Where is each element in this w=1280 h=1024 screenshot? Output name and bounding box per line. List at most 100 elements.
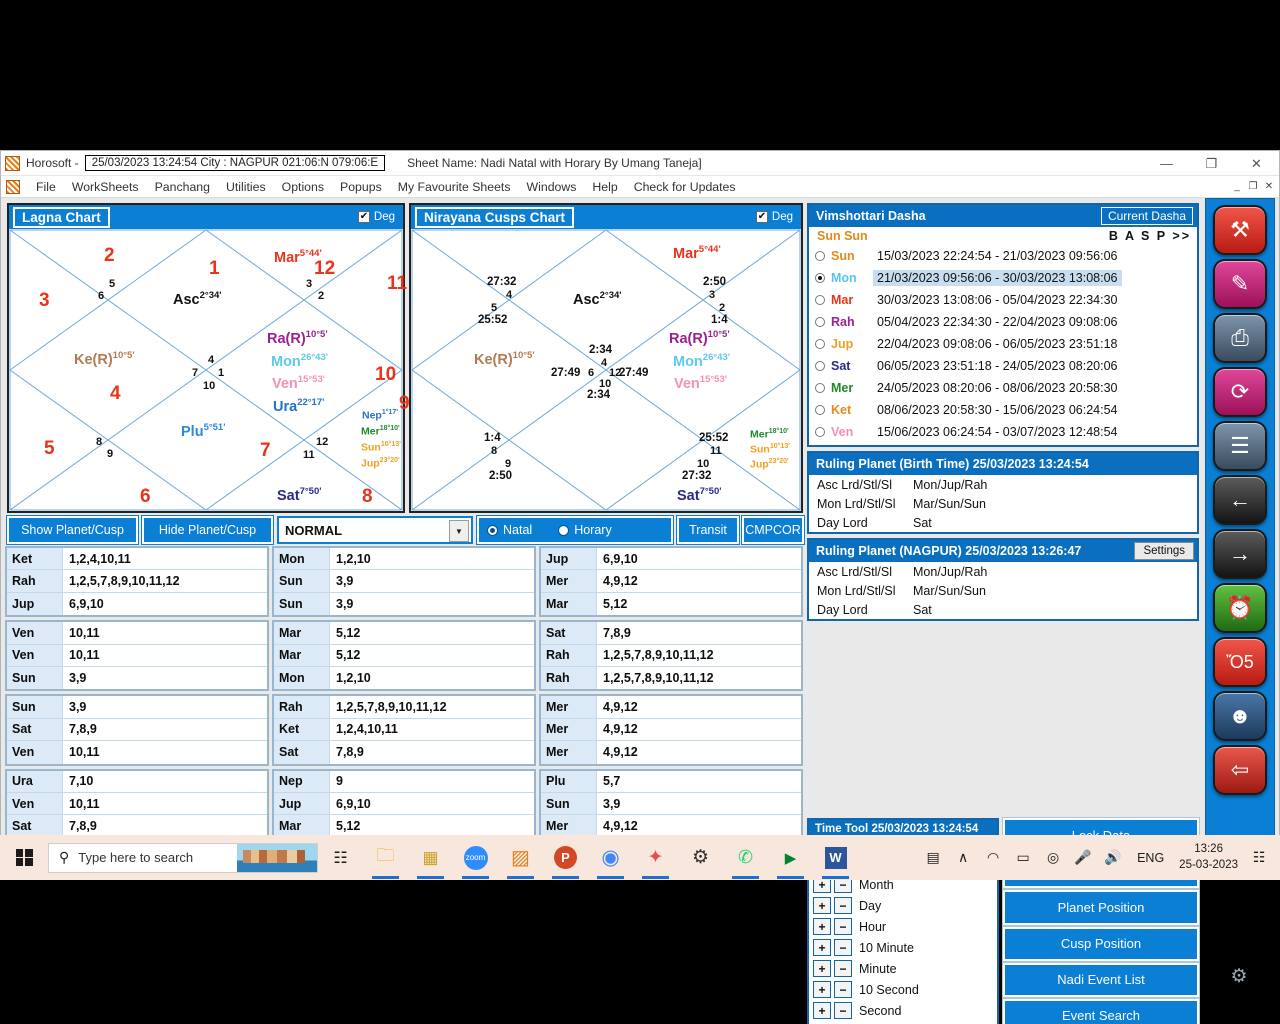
table-row[interactable]: Rah1,2,5,7,8,9,10,11,12 bbox=[541, 667, 801, 689]
table-row[interactable]: Rah1,2,5,7,8,9,10,11,12 bbox=[7, 570, 267, 592]
table-row[interactable]: Mar5,12 bbox=[274, 622, 534, 644]
dasha-radio[interactable] bbox=[815, 273, 825, 283]
dasha-row[interactable]: Mar30/03/2023 13:08:06 - 05/04/2023 22:3… bbox=[809, 289, 1197, 311]
lagna-deg-checkbox[interactable]: ✔ bbox=[358, 211, 370, 223]
show-planet-cusp-button[interactable]: Show Planet/Cusp bbox=[7, 516, 138, 544]
table-row[interactable]: Mer4,9,12 bbox=[541, 741, 801, 763]
menu-item-panchang[interactable]: Panchang bbox=[147, 180, 218, 194]
table-row[interactable]: Nep9 bbox=[274, 771, 534, 793]
ten-second-minus-button[interactable]: − bbox=[834, 981, 852, 998]
menu-item-check-for-updates[interactable]: Check for Updates bbox=[626, 180, 744, 194]
table-row[interactable]: Mer4,9,12 bbox=[541, 696, 801, 718]
cusps-deg-toggle[interactable]: ✔ Deg bbox=[756, 211, 793, 223]
day-minus-button[interactable]: − bbox=[834, 897, 852, 914]
people-icon[interactable]: ☻ bbox=[1213, 691, 1267, 741]
ten-minute-minus-button[interactable]: − bbox=[834, 939, 852, 956]
cusps-deg-checkbox[interactable]: ✔ bbox=[756, 211, 768, 223]
table-row[interactable]: Rah1,2,5,7,8,9,10,11,12 bbox=[274, 696, 534, 718]
event-search-button[interactable]: Event Search bbox=[1003, 999, 1199, 1024]
lagna-deg-toggle[interactable]: ✔ Deg bbox=[358, 211, 395, 223]
restore-button[interactable]: ❐ bbox=[1189, 151, 1234, 176]
hour-plus-button[interactable]: + bbox=[813, 918, 831, 935]
table-row[interactable]: Jup6,9,10 bbox=[274, 793, 534, 815]
radio-natal-dot[interactable] bbox=[487, 525, 498, 536]
forward-arrow-icon[interactable]: → bbox=[1213, 529, 1267, 579]
table-row[interactable]: Ven10,11 bbox=[7, 645, 267, 667]
cusp-position-button[interactable]: Cusp Position bbox=[1003, 927, 1199, 961]
dasha-radio[interactable] bbox=[815, 427, 825, 437]
word-icon[interactable]: W bbox=[813, 835, 858, 880]
dasha-radio[interactable] bbox=[815, 317, 825, 327]
table-row[interactable]: Sat7,8,9 bbox=[541, 622, 801, 644]
ten-minute-plus-button[interactable]: + bbox=[813, 939, 831, 956]
table-row[interactable]: Jup6,9,10 bbox=[7, 593, 267, 615]
chevron-down-icon[interactable]: ▼ bbox=[449, 520, 469, 542]
radio-horary-dot[interactable] bbox=[558, 525, 569, 536]
language-indicator[interactable]: ENG bbox=[1128, 851, 1173, 865]
birth-data-field[interactable]: 25/03/2023 13:24:54 City : NAGPUR 021:06… bbox=[85, 155, 385, 171]
horosoft-taskbar-icon[interactable]: ▨ bbox=[498, 835, 543, 880]
volume-icon[interactable]: 🔊 bbox=[1098, 835, 1128, 880]
hide-planet-cusp-button[interactable]: Hide Planet/Cusp bbox=[142, 516, 273, 544]
chart-mode-dropdown[interactable]: NORMAL ▼ bbox=[277, 516, 473, 544]
dasha-radio[interactable] bbox=[815, 295, 825, 305]
news-icon[interactable]: ▤ bbox=[918, 835, 948, 880]
settings-icon[interactable]: ⚙ bbox=[678, 835, 723, 880]
mdi-close-button[interactable]: ✕ bbox=[1261, 179, 1277, 195]
menu-item-options[interactable]: Options bbox=[274, 180, 332, 194]
menu-item-file[interactable]: File bbox=[28, 180, 64, 194]
dasha-radio[interactable] bbox=[815, 251, 825, 261]
menu-item-worksheets[interactable]: WorkSheets bbox=[64, 180, 147, 194]
powerpoint-icon[interactable]: P bbox=[543, 835, 588, 880]
table-row[interactable]: Sun3,9 bbox=[274, 570, 534, 592]
file-explorer-icon[interactable]: 🗀 bbox=[363, 835, 408, 880]
dasha-row[interactable]: Rah05/04/2023 22:34:30 - 22/04/2023 09:0… bbox=[809, 311, 1197, 333]
report-icon[interactable]: ☰ bbox=[1213, 421, 1267, 471]
show-hidden-icons[interactable]: ∧ bbox=[948, 835, 978, 880]
microphone-icon[interactable]: 🎤 bbox=[1068, 835, 1098, 880]
table-row[interactable]: Sat7,8,9 bbox=[274, 741, 534, 763]
tools-icon[interactable]: ⚒ bbox=[1213, 205, 1267, 255]
sparkle-icon[interactable]: ✦ bbox=[633, 835, 678, 880]
day-plus-button[interactable]: + bbox=[813, 897, 831, 914]
table-row[interactable]: Sun3,9 bbox=[274, 593, 534, 615]
menu-item-utilities[interactable]: Utilities bbox=[218, 180, 274, 194]
refresh-icon[interactable]: ⟳ bbox=[1213, 367, 1267, 417]
table-row[interactable]: Ven10,11 bbox=[7, 622, 267, 644]
table-row[interactable]: Ven10,11 bbox=[7, 741, 267, 763]
menu-item-my-favourite-sheets[interactable]: My Favourite Sheets bbox=[390, 180, 519, 194]
transit-button[interactable]: Transit bbox=[677, 516, 739, 544]
nadi-event-list-button[interactable]: Nadi Event List bbox=[1003, 963, 1199, 997]
ten-second-plus-button[interactable]: + bbox=[813, 981, 831, 998]
second-plus-button[interactable]: + bbox=[813, 1002, 831, 1019]
mdi-restore-button[interactable]: ❐ bbox=[1245, 179, 1261, 195]
battery-icon[interactable]: ▭ bbox=[1008, 835, 1038, 880]
table-row[interactable]: Jup6,9,10 bbox=[541, 548, 801, 570]
table-row[interactable]: Sun3,9 bbox=[7, 667, 267, 689]
exit-icon[interactable]: ⇦ bbox=[1213, 745, 1267, 795]
mdi-minimize-button[interactable]: _ bbox=[1229, 179, 1245, 195]
table-row[interactable]: Ket1,2,4,10,11 bbox=[274, 719, 534, 741]
menu-item-windows[interactable]: Windows bbox=[519, 180, 585, 194]
close-button[interactable]: ✕ bbox=[1234, 151, 1279, 176]
dasha-row[interactable]: Ven15/06/2023 06:24:54 - 03/07/2023 12:4… bbox=[809, 421, 1197, 443]
minimize-button[interactable]: — bbox=[1144, 151, 1189, 176]
radio-horary[interactable]: Horary bbox=[558, 523, 612, 537]
dasha-row[interactable]: Mon21/03/2023 09:56:06 - 30/03/2023 13:0… bbox=[809, 267, 1197, 289]
dasha-row[interactable]: Ket08/06/2023 20:58:30 - 15/06/2023 06:2… bbox=[809, 399, 1197, 421]
minute-minus-button[interactable]: − bbox=[834, 960, 852, 977]
task-view-icon[interactable]: ☷ bbox=[318, 835, 363, 880]
clock-icon[interactable]: ⏰ bbox=[1213, 583, 1267, 633]
table-row[interactable]: Ura7,10 bbox=[7, 771, 267, 793]
whatsapp-icon[interactable]: ✆ bbox=[723, 835, 768, 880]
table-row[interactable]: Mer4,9,12 bbox=[541, 719, 801, 741]
current-dasha-button[interactable]: Current Dasha bbox=[1101, 207, 1193, 225]
clock[interactable]: 13:26 25-03-2023 bbox=[1173, 842, 1244, 873]
table-row[interactable]: Ket1,2,4,10,11 bbox=[7, 548, 267, 570]
dasha-row[interactable]: Sat06/05/2023 23:51:18 - 24/05/2023 08:2… bbox=[809, 355, 1197, 377]
dasha-radio[interactable] bbox=[815, 339, 825, 349]
google-meet-icon[interactable]: ▶ bbox=[768, 835, 813, 880]
edit-icon[interactable]: ✎ bbox=[1213, 259, 1267, 309]
table-row[interactable]: Ven10,11 bbox=[7, 793, 267, 815]
table-row[interactable]: Plu5,7 bbox=[541, 771, 801, 793]
